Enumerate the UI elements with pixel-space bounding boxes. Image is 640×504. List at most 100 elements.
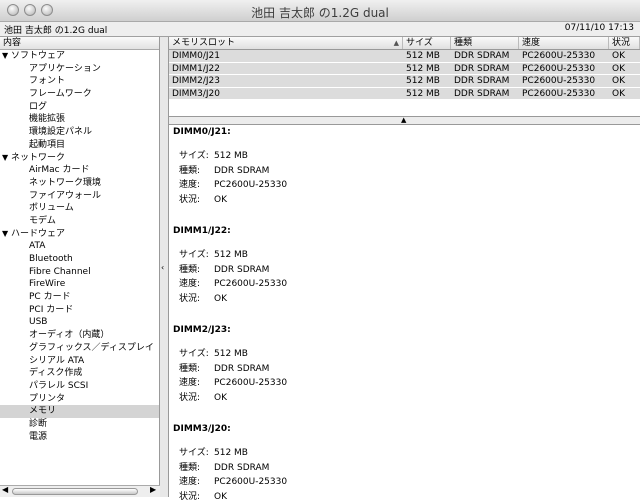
sidebar-item-label: FireWire (29, 279, 65, 289)
detail-status-row: 状況:OK (173, 193, 633, 208)
detail-value: DDR SDRAM (214, 263, 269, 278)
sidebar-item-label: AirMac カード (29, 165, 89, 175)
table-row[interactable]: DIMM3/J20512 MBDDR SDRAMPC2600U-25330OK (169, 88, 640, 101)
detail-key: サイズ: (179, 149, 214, 164)
detail-size-row: サイズ:512 MB (173, 446, 633, 461)
splitter-up-arrow-icon[interactable]: ▲ (401, 116, 406, 124)
cell-status: OK (609, 50, 640, 62)
sidebar-item-label: ディスク作成 (29, 368, 82, 378)
detail-key: サイズ: (179, 446, 214, 461)
scroll-right-icon[interactable]: ▶ (150, 485, 156, 494)
sidebar-item-label: フォント (29, 76, 65, 86)
scroll-thumb[interactable] (12, 488, 138, 495)
sidebar-item-label: プリンタ (29, 394, 65, 404)
scroll-left-icon[interactable]: ◀ (2, 485, 8, 494)
column-header-slot[interactable]: メモリスロット ▲ (169, 37, 403, 49)
sidebar-item[interactable]: プリンタ (0, 393, 159, 406)
sidebar-item[interactable]: ATA (0, 240, 159, 253)
sidebar-item-label: モデム (29, 216, 56, 226)
detail-key: サイズ: (179, 347, 214, 362)
sidebar-item[interactable]: Bluetooth (0, 253, 159, 266)
detail-size-row: サイズ:512 MB (173, 248, 633, 263)
detail-key: 状況: (179, 193, 214, 208)
disclosure-triangle-down-icon[interactable]: ▼ (2, 152, 11, 165)
memory-table: メモリスロット ▲ サイズ 種類 速度 状況 DIMM0/J21512 MBDD… (169, 37, 640, 117)
sidebar-category[interactable]: ▼ネットワーク (0, 152, 159, 165)
sidebar-item[interactable]: ファイアウォール (0, 190, 159, 203)
sidebar-item[interactable]: ログ (0, 101, 159, 114)
table-row[interactable]: DIMM0/J21512 MBDDR SDRAMPC2600U-25330OK (169, 50, 640, 63)
sidebar-item-label: Fibre Channel (29, 267, 91, 277)
sidebar-item[interactable]: 環境設定パネル (0, 126, 159, 139)
sidebar-item[interactable]: オーディオ（内蔵） (0, 329, 159, 342)
sidebar-item[interactable]: USB (0, 316, 159, 329)
sidebar-item-label: シリアル ATA (29, 356, 84, 366)
cell-size: 512 MB (403, 88, 451, 100)
detail-speed-row: 速度:PC2600U-25330 (173, 178, 633, 193)
table-row[interactable]: DIMM1/J22512 MBDDR SDRAMPC2600U-25330OK (169, 63, 640, 76)
info-bar: 池田 吉太郎 の1.2G dual 07/11/10 17:13 (0, 22, 640, 37)
detail-key: 状況: (179, 391, 214, 406)
sidebar-item[interactable]: Fibre Channel (0, 266, 159, 279)
sidebar-category[interactable]: ▼ハードウェア (0, 228, 159, 241)
sidebar-item-label: オーディオ（内蔵） (29, 330, 109, 340)
contents-tree: ▼ソフトウェアアプリケーションフォントフレームワークログ機能拡張環境設定パネル起… (0, 50, 159, 443)
sidebar-item-label: パラレル SCSI (29, 381, 88, 391)
column-header-size[interactable]: サイズ (403, 37, 451, 49)
cell-status: OK (609, 75, 640, 87)
sidebar-item[interactable]: ネットワーク環境 (0, 177, 159, 190)
sidebar-header[interactable]: 内容 (0, 37, 159, 50)
detail-type-row: 種類:DDR SDRAM (173, 164, 633, 179)
vertical-splitter[interactable]: ‹ (160, 37, 169, 497)
splitter-arrow-icon[interactable]: ‹ (161, 263, 164, 272)
cell-size: 512 MB (403, 63, 451, 75)
detail-speed-row: 速度:PC2600U-25330 (173, 376, 633, 391)
sidebar-item[interactable]: PC カード (0, 291, 159, 304)
detail-key: 速度: (179, 376, 214, 391)
detail-size-row: サイズ:512 MB (173, 347, 633, 362)
sidebar-item[interactable]: PCI カード (0, 304, 159, 317)
column-header-speed[interactable]: 速度 (519, 37, 609, 49)
column-header-type[interactable]: 種類 (451, 37, 519, 49)
sidebar-item[interactable]: フォント (0, 75, 159, 88)
cell-type: DDR SDRAM (451, 88, 519, 100)
detail-size-row: サイズ:512 MB (173, 149, 633, 164)
sidebar-item[interactable]: 起動項目 (0, 139, 159, 152)
cell-status: OK (609, 88, 640, 100)
cell-speed: PC2600U-25330 (519, 50, 609, 62)
sidebar-item-label: PC カード (29, 292, 71, 302)
disclosure-triangle-down-icon[interactable]: ▼ (2, 228, 11, 241)
table-header: メモリスロット ▲ サイズ 種類 速度 状況 (169, 37, 640, 50)
cell-type: DDR SDRAM (451, 75, 519, 87)
sidebar-category[interactable]: ▼ソフトウェア (0, 50, 159, 63)
detail-speed-row: 速度:PC2600U-25330 (173, 277, 633, 292)
sidebar-item[interactable]: 電源 (0, 431, 159, 444)
sidebar-item[interactable]: シリアル ATA (0, 355, 159, 368)
sidebar-item-label: 機能拡張 (29, 114, 65, 124)
detail-key: 種類: (179, 362, 214, 377)
dimm-section-title: DIMM0/J21: (173, 126, 633, 139)
sidebar-item-label: メモリ (29, 406, 56, 416)
sidebar-item[interactable]: パラレル SCSI (0, 380, 159, 393)
sidebar-item[interactable]: ボリューム (0, 202, 159, 215)
sidebar-item[interactable]: 機能拡張 (0, 113, 159, 126)
horizontal-splitter[interactable]: ▲ (169, 116, 640, 125)
sidebar-item[interactable]: AirMac カード (0, 164, 159, 177)
cell-slot: DIMM1/J22 (169, 63, 403, 75)
disclosure-triangle-down-icon[interactable]: ▼ (2, 50, 11, 63)
sidebar-item[interactable]: FireWire (0, 278, 159, 291)
sidebar-item[interactable]: 診断 (0, 418, 159, 431)
column-header-status[interactable]: 状況 (609, 37, 640, 49)
sidebar-item[interactable]: ディスク作成 (0, 367, 159, 380)
sidebar-item[interactable]: アプリケーション (0, 63, 159, 76)
detail-key: 速度: (179, 475, 214, 490)
table-row[interactable]: DIMM2/J23512 MBDDR SDRAMPC2600U-25330OK (169, 75, 640, 88)
sidebar-horizontal-scrollbar[interactable]: ◀ ▶ (0, 485, 160, 497)
sidebar-item[interactable]: メモリ (0, 405, 159, 418)
dimm-section: DIMM0/J21: サイズ:512 MB種類:DDR SDRAM速度:PC260… (173, 126, 633, 225)
sidebar-item[interactable]: グラフィックス／ディスプレイ (0, 342, 159, 355)
sidebar-item[interactable]: フレームワーク (0, 88, 159, 101)
dimm-section: DIMM2/J23:サイズ:512 MB種類:DDR SDRAM速度:PC260… (173, 324, 633, 423)
sidebar-item[interactable]: モデム (0, 215, 159, 228)
sidebar-item-label: 電源 (29, 432, 47, 442)
